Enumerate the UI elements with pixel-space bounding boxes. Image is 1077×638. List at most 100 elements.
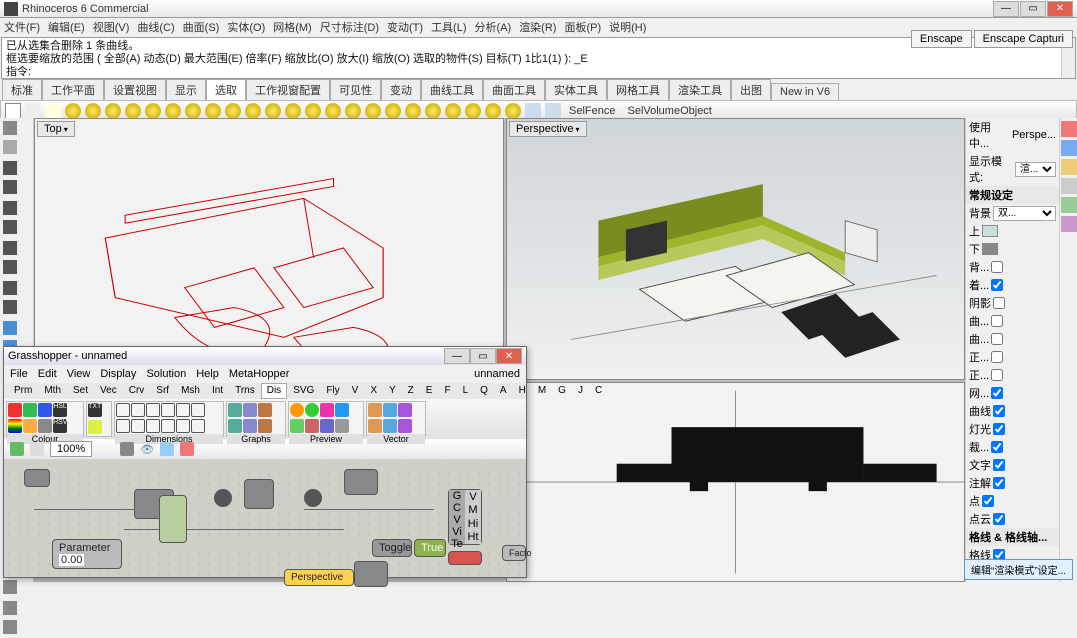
- gh-node[interactable]: [244, 479, 274, 509]
- gh-tab-j[interactable]: J: [572, 383, 589, 399]
- gh-tab-vec[interactable]: Vec: [94, 383, 123, 399]
- enscape-capture-button[interactable]: Enscape Capturi: [974, 30, 1073, 48]
- sel-icon[interactable]: [525, 103, 541, 119]
- render-icon[interactable]: [1061, 197, 1077, 213]
- sel-icon[interactable]: [265, 103, 281, 119]
- gh-preview-icon[interactable]: [120, 442, 134, 456]
- sel-icon[interactable]: [505, 103, 521, 119]
- gh-tab-mth[interactable]: Mth: [38, 383, 67, 399]
- gh-canvas[interactable]: Parameter 0.00 Toggle True Perspective G…: [4, 459, 526, 577]
- gh-tab-trns[interactable]: Trns: [229, 383, 261, 399]
- sel-icon[interactable]: [65, 103, 81, 119]
- rp-check[interactable]: [993, 513, 1005, 525]
- surface-icon[interactable]: [3, 321, 17, 335]
- gh-facto-node[interactable]: Facto: [502, 545, 526, 561]
- menu-solid[interactable]: 实体(O): [227, 19, 265, 35]
- rect-icon[interactable]: [3, 241, 17, 255]
- tab-solidtools[interactable]: 实体工具: [545, 79, 607, 100]
- gh-tab-dis[interactable]: Dis: [261, 383, 287, 399]
- tab-standard[interactable]: 标准: [2, 79, 42, 100]
- gh-tab-c[interactable]: C: [589, 383, 608, 399]
- gh-tab-f[interactable]: F: [438, 383, 456, 399]
- gh-node[interactable]: [344, 469, 378, 495]
- selvolume-button[interactable]: SelVolumeObject: [623, 105, 715, 117]
- gh-tab-y[interactable]: Y: [383, 383, 402, 399]
- rp-check[interactable]: [993, 459, 1005, 471]
- rp-check[interactable]: [991, 351, 1003, 363]
- gh-menu-edit[interactable]: Edit: [38, 368, 57, 380]
- gh-error-node[interactable]: [448, 551, 482, 565]
- viewport-perspective[interactable]: Perspective▾: [506, 118, 965, 380]
- help-icon[interactable]: [1061, 216, 1077, 232]
- arc-icon[interactable]: [3, 220, 17, 234]
- gh-tab-v[interactable]: V: [346, 383, 365, 399]
- gh-open-icon[interactable]: [30, 442, 44, 456]
- sel-icon[interactable]: [245, 103, 261, 119]
- rp-check[interactable]: [991, 315, 1003, 327]
- sel-icon[interactable]: [485, 103, 501, 119]
- menu-edit[interactable]: 编辑(E): [48, 19, 85, 35]
- sel-icon[interactable]: [445, 103, 461, 119]
- gh-tab-svg[interactable]: SVG: [287, 383, 320, 399]
- gh-tab-msh[interactable]: Msh: [175, 383, 206, 399]
- sel-icon[interactable]: [325, 103, 341, 119]
- up-swatch[interactable]: [982, 225, 998, 237]
- tool-icon[interactable]: [25, 103, 41, 119]
- gh-perspective-node[interactable]: Perspective: [284, 569, 354, 586]
- rp-check[interactable]: [991, 441, 1003, 453]
- rp-check[interactable]: [993, 297, 1005, 309]
- sel-icon[interactable]: [385, 103, 401, 119]
- selfence-button[interactable]: SelFence: [565, 105, 619, 117]
- menu-tools[interactable]: 工具(L): [431, 19, 466, 35]
- gh-node[interactable]: [159, 495, 187, 543]
- tab-viewport[interactable]: 工作视窗配置: [246, 79, 330, 100]
- sel-icon[interactable]: [165, 103, 181, 119]
- gh-tab-l[interactable]: L: [457, 383, 475, 399]
- tab-surfacetools[interactable]: 曲面工具: [483, 79, 545, 100]
- gh-titlebar[interactable]: Grasshopper - unnamed — ▭ ✕: [4, 347, 526, 365]
- sel-icon[interactable]: [305, 103, 321, 119]
- gh-save-icon[interactable]: [10, 442, 24, 456]
- sel-icon[interactable]: [285, 103, 301, 119]
- gh-tab-g[interactable]: G: [552, 383, 572, 399]
- gh-menu-solution[interactable]: Solution: [146, 368, 186, 380]
- gh-close-button[interactable]: ✕: [496, 348, 522, 364]
- gh-tab-e[interactable]: E: [420, 383, 439, 399]
- menu-analyze[interactable]: 分析(A): [475, 19, 512, 35]
- gh-node[interactable]: [24, 469, 50, 487]
- lasso-icon[interactable]: [3, 140, 17, 154]
- tab-newv6[interactable]: New in V6: [771, 83, 839, 100]
- polygon-icon[interactable]: [3, 260, 17, 274]
- display-icon[interactable]: [1061, 178, 1077, 194]
- sel-icon[interactable]: [225, 103, 241, 119]
- tab-cplane[interactable]: 工作平面: [42, 79, 104, 100]
- gh-tab-q[interactable]: Q: [474, 383, 494, 399]
- gh-menu-help[interactable]: Help: [196, 368, 219, 380]
- maximize-button[interactable]: ▭: [1020, 1, 1046, 17]
- material-icon[interactable]: [1061, 121, 1077, 137]
- display-mode-select[interactable]: 渲...: [1015, 162, 1056, 177]
- tab-display[interactable]: 显示: [166, 79, 206, 100]
- close-button[interactable]: ✕: [1047, 1, 1073, 17]
- rp-check[interactable]: [991, 369, 1003, 381]
- menu-help[interactable]: 说明(H): [609, 19, 646, 35]
- enscape-button[interactable]: Enscape: [911, 30, 972, 48]
- rp-check[interactable]: [991, 333, 1003, 345]
- gh-tab-h[interactable]: H: [513, 383, 532, 399]
- menu-curve[interactable]: 曲线(C): [137, 19, 174, 35]
- sel-icon[interactable]: [125, 103, 141, 119]
- layers-icon[interactable]: [1061, 140, 1077, 156]
- gh-menu-file[interactable]: File: [10, 368, 28, 380]
- rp-check[interactable]: [993, 405, 1005, 417]
- split-icon[interactable]: [3, 580, 17, 594]
- gh-tab-prm[interactable]: Prm: [8, 383, 38, 399]
- gh-toggle-node[interactable]: Toggle: [372, 539, 412, 557]
- line-icon[interactable]: [3, 161, 17, 175]
- menu-view[interactable]: 视图(V): [93, 19, 130, 35]
- tool-icon[interactable]: [5, 103, 21, 119]
- sel-icon[interactable]: [85, 103, 101, 119]
- sel-icon[interactable]: [545, 103, 561, 119]
- gh-tab-srf[interactable]: Srf: [150, 383, 175, 399]
- gh-toggle-true[interactable]: True: [414, 539, 446, 557]
- viewport-front[interactable]: [506, 382, 965, 582]
